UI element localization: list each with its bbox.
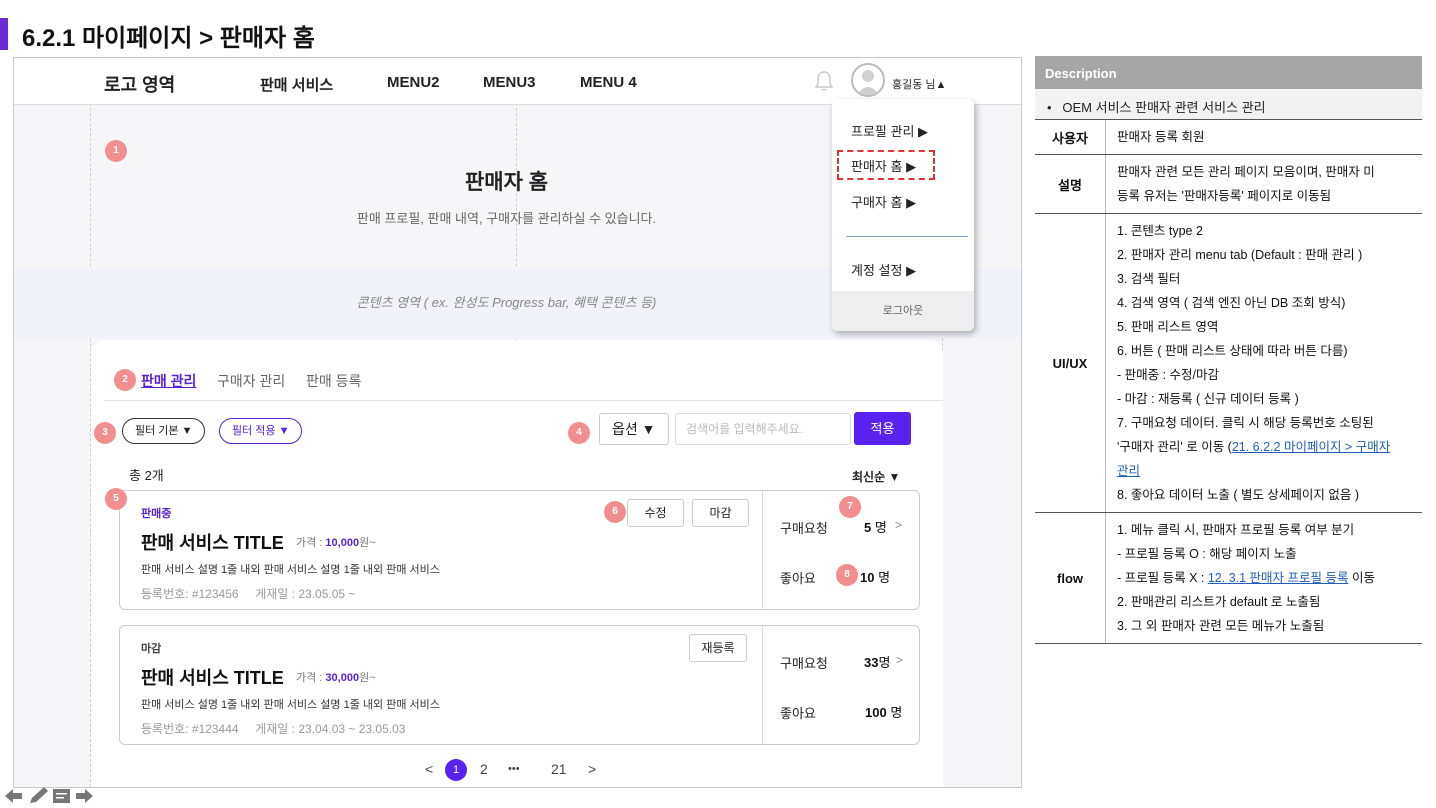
tab-divider — [104, 400, 943, 401]
dropdown-item-seller-home[interactable]: 판매자 홈 ▶ — [851, 156, 916, 175]
like-count: 100 명 — [865, 705, 903, 720]
slide-page: 6.2.1 마이페이지 > 판매자 홈 로고 영역 판매 서비스 MENU2 M… — [0, 0, 1436, 808]
slide-toolbar — [5, 787, 93, 803]
item-price: 가격 : 10,000원~ — [296, 537, 376, 549]
annotation-badge: 8 — [836, 564, 858, 586]
nav-item-menu4[interactable]: MENU 4 — [580, 74, 637, 91]
edit-button[interactable]: 수정 — [627, 499, 684, 527]
logout-button[interactable]: 로그아웃 — [832, 291, 974, 331]
link-line: - 프로필 등록 X : 12. 3.1 판매자 프로필 등록 이동 — [1117, 571, 1375, 585]
close-sale-button[interactable]: 마감 — [692, 499, 749, 527]
annotation-badge: 3 — [94, 422, 116, 444]
item-meta: 등록번호: #123456 게재일 : 23.05.05 ~ — [141, 587, 356, 601]
description-header: Description — [1035, 56, 1422, 89]
filter-applied-button[interactable]: 필터 적용 ▼ — [219, 418, 303, 444]
row-label: 설명 — [1058, 177, 1082, 193]
item-status: 마감 — [141, 643, 162, 655]
nav-item-sales-service[interactable]: 판매 서비스 — [260, 74, 333, 95]
pagination-ellipsis: ••• — [508, 763, 520, 775]
item-separator — [762, 491, 763, 609]
item-price: 가격 : 30,000원~ — [296, 672, 376, 684]
description-row-uiux: UI/UX 1. 콘텐츠 type 2 2. 판매자 관리 menu tab (… — [1035, 214, 1422, 513]
buyer-management-link-cont[interactable]: 관리 — [1117, 464, 1140, 478]
description-bullet: • OEM 서비스 판매자 관련 서비스 관리 — [1035, 89, 1422, 120]
re-register-button[interactable]: 재등록 — [689, 634, 747, 662]
list-item: 마감 판매 서비스 TITLE 가격 : 30,000원~ 판매 서비스 설명 … — [119, 625, 920, 745]
notes-icon[interactable] — [53, 789, 70, 803]
tab-buyer-management[interactable]: 구매자 관리 — [217, 371, 285, 391]
nav-item-menu2[interactable]: MENU2 — [387, 74, 440, 91]
tab-sales-management[interactable]: 판매 관리 — [141, 371, 196, 391]
description-panel: Description • OEM 서비스 판매자 관련 서비스 관리 사용자 … — [1035, 56, 1422, 644]
prev-arrow-icon[interactable] — [5, 789, 22, 803]
annotation-badge: 1 — [105, 140, 127, 162]
pagination-page[interactable]: 2 — [480, 761, 488, 777]
row-value: 1. 콘텐츠 type 2 2. 판매자 관리 menu tab (Defaul… — [1105, 214, 1422, 512]
annotation-badge: 4 — [568, 422, 590, 444]
description-row-user: 사용자 판매자 등록 회원 — [1035, 120, 1422, 155]
title-accent-bar — [0, 18, 8, 50]
slide-title: 6.2.1 마이페이지 > 판매자 홈 — [22, 25, 315, 52]
purchase-request-label: 구매요청 — [780, 521, 828, 536]
buyer-management-link[interactable]: 21. 6.2.2 마이페이지 > 구매자 — [1232, 440, 1390, 454]
purchase-request-count[interactable]: 33명 — [864, 652, 890, 671]
description-row-flow: flow 1. 메뉴 클릭 시, 판매자 프로필 등록 여부 분기 - 프로필 … — [1035, 513, 1422, 644]
like-label: 좋아요 — [780, 706, 816, 721]
search-option-select[interactable]: 옵션 ▼ — [599, 413, 669, 445]
dropdown-item-account-settings[interactable]: 계정 설정 ▶ — [851, 260, 916, 279]
purchase-request-count[interactable]: 5 명 — [864, 517, 887, 536]
row-label: 사용자 — [1052, 130, 1088, 146]
annotation-badge: 7 — [839, 496, 861, 518]
item-meta: 등록번호: #123444 게재일 : 23.04.03 ~ 23.05.03 — [141, 722, 406, 736]
dropdown-item-buyer-home[interactable]: 구매자 홈 ▶ — [851, 192, 916, 211]
like-count: 10 명 — [860, 570, 891, 585]
top-navigation: 로고 영역 판매 서비스 MENU2 MENU3 MENU 4 홍길동 님▲ — [14, 58, 1021, 105]
item-description: 판매 서비스 설명 1줄 내외 판매 서비스 설명 1줄 내외 판매 서비스 — [141, 564, 440, 576]
logo-area[interactable]: 로고 영역 — [104, 71, 175, 97]
item-title[interactable]: 판매 서비스 TITLE — [141, 529, 284, 555]
description-row-summary: 설명 판매자 관련 모든 관리 페이지 모음이며, 판매자 미 등록 유저는 '… — [1035, 155, 1422, 214]
chevron-right-icon[interactable]: > — [896, 653, 903, 667]
wireframe-frame: 로고 영역 판매 서비스 MENU2 MENU3 MENU 4 홍길동 님▲ 판… — [13, 57, 1022, 788]
row-value: 1. 메뉴 클릭 시, 판매자 프로필 등록 여부 분기 - 프로필 등록 O … — [1105, 513, 1422, 643]
link-line: '구매자 관리' 로 이동 (21. 6.2.2 마이페이지 > 구매자 — [1117, 440, 1391, 454]
pagination-next[interactable]: > — [588, 761, 596, 777]
user-menu-toggle[interactable]: 홍길동 님▲ — [892, 76, 946, 92]
like-label: 좋아요 — [780, 571, 816, 586]
purchase-request-label: 구매요청 — [780, 656, 828, 671]
nav-item-menu3[interactable]: MENU3 — [483, 74, 536, 91]
avatar-icon[interactable] — [851, 63, 885, 97]
search-apply-button[interactable]: 적용 — [854, 412, 911, 445]
row-value: 판매자 등록 회원 — [1105, 120, 1422, 154]
next-arrow-icon[interactable] — [76, 789, 93, 803]
pagination-last-page[interactable]: 21 — [551, 761, 567, 777]
pencil-icon[interactable] — [30, 787, 48, 803]
chevron-right-icon[interactable]: > — [895, 518, 902, 532]
seller-profile-link[interactable]: 12. 3.1 판매자 프로필 등록 — [1208, 571, 1349, 585]
row-label: UI/UX — [1052, 355, 1088, 371]
filter-basic-button[interactable]: 필터 기본 ▼ — [122, 418, 206, 444]
dropdown-item-profile[interactable]: 프로필 관리 ▶ — [851, 121, 928, 140]
list-item: 판매중 판매 서비스 TITLE 가격 : 10,000원~ 판매 서비스 설명… — [119, 490, 920, 610]
item-status: 판매중 — [141, 508, 172, 520]
item-description: 판매 서비스 설명 1줄 내외 판매 서비스 설명 1줄 내외 판매 서비스 — [141, 699, 440, 711]
search-input[interactable] — [675, 413, 851, 445]
list-total-count: 총 2개 — [129, 468, 164, 483]
row-value: 판매자 관련 모든 관리 페이지 모음이며, 판매자 미 등록 유저는 '판매자… — [1105, 155, 1422, 213]
bell-icon[interactable] — [814, 70, 834, 92]
pagination-current-page[interactable]: 1 — [445, 759, 467, 781]
annotation-badge: 5 — [105, 488, 127, 510]
tab-sales-registration[interactable]: 판매 등록 — [306, 371, 361, 391]
item-separator — [762, 626, 763, 744]
user-dropdown-menu: 프로필 관리 ▶ 판매자 홈 ▶ 구매자 홈 ▶ 계정 설정 ▶ 로그아웃 — [832, 99, 974, 331]
annotation-badge: 6 — [604, 501, 626, 523]
row-label: flow — [1057, 570, 1083, 586]
item-title[interactable]: 판매 서비스 TITLE — [141, 664, 284, 690]
pagination-prev[interactable]: < — [425, 761, 433, 777]
dropdown-divider — [846, 236, 968, 237]
sort-select[interactable]: 최신순 ▼ — [852, 468, 900, 485]
annotation-badge: 2 — [114, 369, 136, 391]
